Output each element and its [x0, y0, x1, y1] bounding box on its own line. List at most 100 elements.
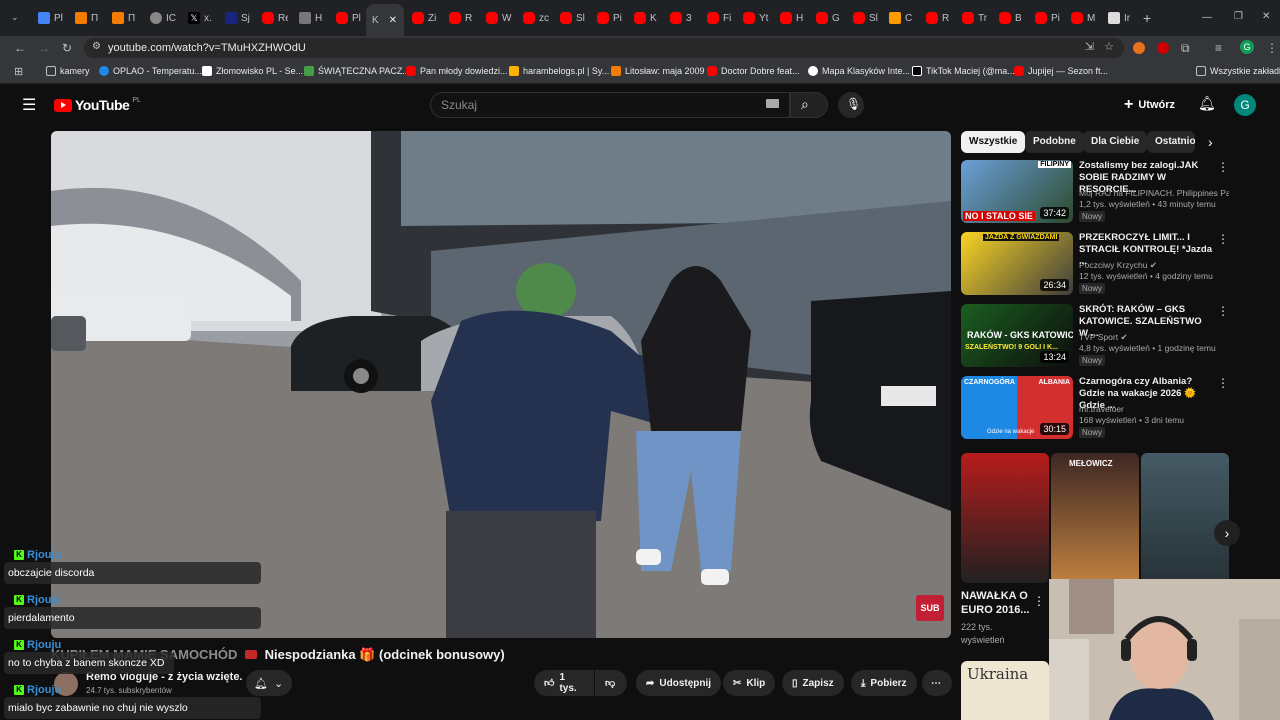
bookmark-star-icon[interactable]: ☆	[1104, 40, 1114, 53]
recommendation-channel[interactable]: Poczciwy Krzychu ✔	[1079, 260, 1229, 271]
browser-tab[interactable]: Fi	[707, 7, 733, 29]
short-thumbnail[interactable]	[961, 453, 1049, 583]
download-button[interactable]: ⤓ Pobierz	[851, 670, 917, 696]
bookmark-item[interactable]: Mapa Klasyków Inte...	[808, 66, 910, 76]
create-button[interactable]: + Utwórz	[1124, 94, 1175, 116]
browser-tab[interactable]: Pi	[1035, 7, 1061, 29]
extension-icon[interactable]	[1133, 42, 1145, 54]
all-bookmarks-folder[interactable]: Wszystkie zakładki	[1196, 66, 1280, 76]
browser-tab[interactable]: Zi	[412, 7, 438, 29]
apps-grid-icon[interactable]: ⊞	[14, 65, 23, 78]
browser-tab[interactable]: Pl	[38, 7, 64, 29]
subscribe-watermark[interactable]: SUB	[916, 595, 944, 621]
browser-tab[interactable]: 3	[670, 7, 696, 29]
restore-icon[interactable]: ❐	[1234, 11, 1243, 22]
browser-tab[interactable]: M	[1071, 7, 1097, 29]
hamburger-menu-icon[interactable]: ☰	[22, 95, 36, 115]
save-button[interactable]: ▯ Zapisz	[782, 670, 844, 696]
short-thumbnail[interactable]: Ukraina	[961, 661, 1049, 720]
browser-tab[interactable]: Ir	[1108, 7, 1134, 29]
bookmark-item[interactable]: Doctor Dobre feat...	[707, 66, 800, 76]
video-thumbnail[interactable]: CZARNOGÓRA ALBANIA Gdzie na wakacje 30:1…	[961, 376, 1073, 439]
bookmark-item[interactable]: Złomowisko PL - Se...	[202, 66, 303, 76]
new-tab-button[interactable]: +	[1143, 10, 1151, 26]
chip-recent[interactable]: Ostatnio	[1147, 131, 1195, 153]
browser-tab[interactable]: П	[75, 7, 101, 29]
notifications-bell-icon[interactable]: 🔔︎	[1198, 95, 1216, 112]
minimize-icon[interactable]: —	[1202, 12, 1212, 23]
bookmark-item[interactable]: Pan młody dowiedzi...	[406, 66, 508, 76]
recommendation-item[interactable]: JAZDA Z GWIAZDAMI 26:34 PRZEKROCZYŁ LIMI…	[961, 232, 1231, 296]
short-thumbnail[interactable]	[1141, 453, 1229, 583]
recommendation-item[interactable]: CZARNOGÓRA ALBANIA Gdzie na wakacje 30:1…	[961, 376, 1231, 440]
browser-tab[interactable]: Sl	[853, 7, 879, 29]
extensions-puzzle-icon[interactable]: ⧉	[1181, 40, 1190, 56]
browser-menu-icon[interactable]: ⋮	[1266, 40, 1278, 56]
more-vertical-icon[interactable]: ⋮	[1217, 376, 1229, 390]
bookmark-item[interactable]: kamery	[46, 66, 90, 76]
browser-tab[interactable]: W	[486, 7, 512, 29]
more-actions-button[interactable]: ⋯	[922, 670, 952, 696]
browser-tab[interactable]: П	[112, 7, 138, 29]
bookmark-item[interactable]: TikTok Maciej (@ma...	[912, 66, 1015, 76]
close-window-icon[interactable]: ✕	[1262, 11, 1270, 22]
recommendation-channel[interactable]: mr.traveloer	[1079, 404, 1229, 414]
browser-tab[interactable]: Sl	[560, 7, 586, 29]
like-button[interactable]: 👍︎ 1 tys.	[534, 670, 594, 696]
voice-search-button[interactable]: 🎙	[838, 92, 864, 118]
short-thumbnail[interactable]: MEŁOWICZ	[1051, 453, 1139, 583]
more-vertical-icon[interactable]: ⋮	[1033, 594, 1045, 608]
chips-next-arrow-icon[interactable]: ›	[1208, 134, 1213, 150]
profile-avatar[interactable]: G	[1240, 40, 1254, 54]
chip-related[interactable]: Podobne	[1025, 131, 1084, 153]
browser-tab[interactable]: G	[816, 7, 842, 29]
browser-tab[interactable]: R	[449, 7, 475, 29]
video-thumbnail[interactable]: RAKÓW - GKS KATOWICE SZALEŃSTWO! 9 GOLI …	[961, 304, 1073, 367]
more-vertical-icon[interactable]: ⋮	[1217, 160, 1229, 174]
recommendation-item[interactable]: RAKÓW - GKS KATOWICE SZALEŃSTWO! 9 GOLI …	[961, 304, 1231, 368]
chip-for-you[interactable]: Dla Ciebie	[1083, 131, 1148, 153]
more-vertical-icon[interactable]: ⋮	[1217, 232, 1229, 246]
dislike-button[interactable]: 👎︎	[595, 670, 627, 696]
video-thumbnail[interactable]: FILIPINY NO I STALO SIE 37:42	[961, 160, 1073, 223]
browser-tab[interactable]: R	[926, 7, 952, 29]
bookmark-item[interactable]: ŚWIĄTECZNA PACZ...	[304, 66, 410, 76]
address-bar[interactable]: ⚙ youtube.com/watch?v=TMuHXZHWOdU ⇲ ☆	[84, 38, 1124, 58]
browser-tab[interactable]: Pi	[597, 7, 623, 29]
youtube-logo[interactable]: YouTube PL	[54, 97, 141, 113]
recommendation-item[interactable]: FILIPINY NO I STALO SIE 37:42 Zostalismy…	[961, 160, 1231, 224]
extension-adblock-icon[interactable]	[1157, 42, 1169, 54]
browser-tab[interactable]: B	[999, 7, 1025, 29]
browser-tab[interactable]: 𝕏x.	[188, 7, 214, 29]
shorts-next-arrow-icon[interactable]: ›	[1214, 520, 1240, 546]
site-info-icon[interactable]: ⚙	[92, 41, 101, 52]
reload-icon[interactable]: ↻	[62, 40, 72, 56]
account-avatar[interactable]: G	[1234, 94, 1256, 116]
clip-button[interactable]: ✂ Klip	[723, 670, 776, 696]
browser-tab-active[interactable]: K ✕	[366, 4, 404, 36]
browser-tab[interactable]: Pl	[336, 7, 362, 29]
browser-tab[interactable]: zc	[523, 7, 549, 29]
bookmark-item[interactable]: Jupijej — Sezon ft...	[1014, 66, 1108, 76]
browser-tab[interactable]: Tr	[962, 7, 988, 29]
bookmark-item[interactable]: Litosław: maja 2009	[611, 66, 705, 76]
close-tab-icon[interactable]: ✕	[389, 15, 397, 26]
bookmark-item[interactable]: harambelogs.pl | Sy...	[509, 66, 609, 76]
short-title[interactable]: NAWAŁKA O EURO 2016...	[961, 589, 1031, 617]
video-thumbnail[interactable]: JAZDA Z GWIAZDAMI 26:34	[961, 232, 1073, 295]
browser-tab[interactable]: Re	[262, 7, 288, 29]
chip-all[interactable]: Wszystkie	[961, 131, 1026, 153]
browser-tab[interactable]: Yt	[743, 7, 769, 29]
install-app-icon[interactable]: ⇲	[1085, 40, 1094, 53]
browser-tab[interactable]: Sj	[225, 7, 251, 29]
back-icon[interactable]: ←	[14, 40, 26, 56]
forward-icon[interactable]: →	[38, 40, 50, 56]
keyboard-icon[interactable]	[766, 99, 779, 108]
search-input[interactable]: Szukaj	[430, 92, 790, 118]
bookmark-item[interactable]: OPLAO - Temperatu...	[99, 66, 202, 76]
browser-tab[interactable]: H	[780, 7, 806, 29]
subscribed-notifications-button[interactable]: 🔔︎ ⌄	[246, 670, 292, 696]
media-controls-icon[interactable]: ≡	[1215, 40, 1222, 56]
browser-tab[interactable]: H	[299, 7, 325, 29]
search-button[interactable]: ⌕	[790, 92, 828, 118]
